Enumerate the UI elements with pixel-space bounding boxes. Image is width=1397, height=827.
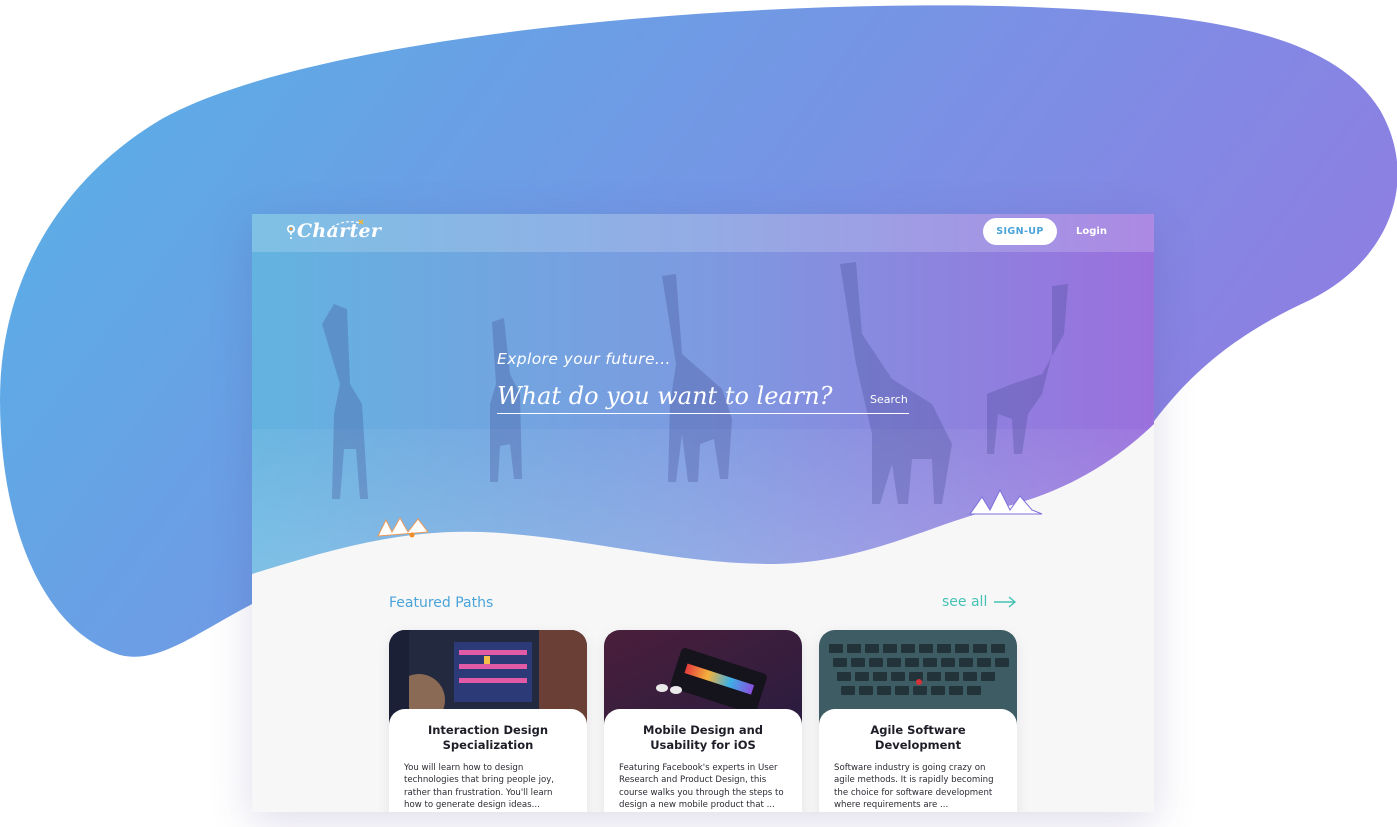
signup-button[interactable]: SIGN-UP — [983, 218, 1057, 245]
course-card-agile[interactable]: Agile Software Development Software indu… — [819, 630, 1017, 812]
course-card-mobile-design[interactable]: Mobile Design and Usability for iOS Feat… — [604, 630, 802, 812]
card-title: Agile Software Development — [870, 723, 966, 752]
arrow-right-icon — [994, 596, 1017, 608]
top-navbar: Charter SIGN-UP Login — [252, 214, 1154, 252]
card-body: Mobile Design and Usability for iOS Feat… — [604, 709, 802, 812]
course-card-interaction-design[interactable]: Interaction Design Specialization You wi… — [389, 630, 587, 812]
flight-path-icon — [331, 219, 364, 228]
login-link[interactable]: Login — [1076, 226, 1107, 237]
card-description: You will learn how to design technologie… — [404, 763, 555, 810]
card-body: Agile Software Development Software indu… — [819, 709, 1017, 812]
search-button[interactable]: Search — [870, 393, 908, 406]
card-description: Featuring Facebook's experts in User Res… — [619, 763, 784, 810]
search-bar: Search — [497, 381, 909, 414]
card-body: Interaction Design Specialization You wi… — [389, 709, 587, 812]
map-pin-icon — [286, 224, 296, 241]
card-title: Interaction Design Specialization — [427, 723, 549, 752]
featured-paths-heading: Featured Paths — [389, 595, 494, 611]
card-title: Mobile Design and Usability for iOS — [643, 723, 763, 752]
hero-tagline: Explore your future... — [497, 350, 671, 368]
see-all-label: see all — [942, 594, 988, 610]
browser-frame: Charter SIGN-UP Login Explore your futur… — [252, 214, 1154, 812]
card-description: Software industry is going crazy on agil… — [834, 763, 994, 810]
see-all-link[interactable]: see all — [942, 594, 1017, 610]
search-input[interactable] — [497, 381, 857, 411]
